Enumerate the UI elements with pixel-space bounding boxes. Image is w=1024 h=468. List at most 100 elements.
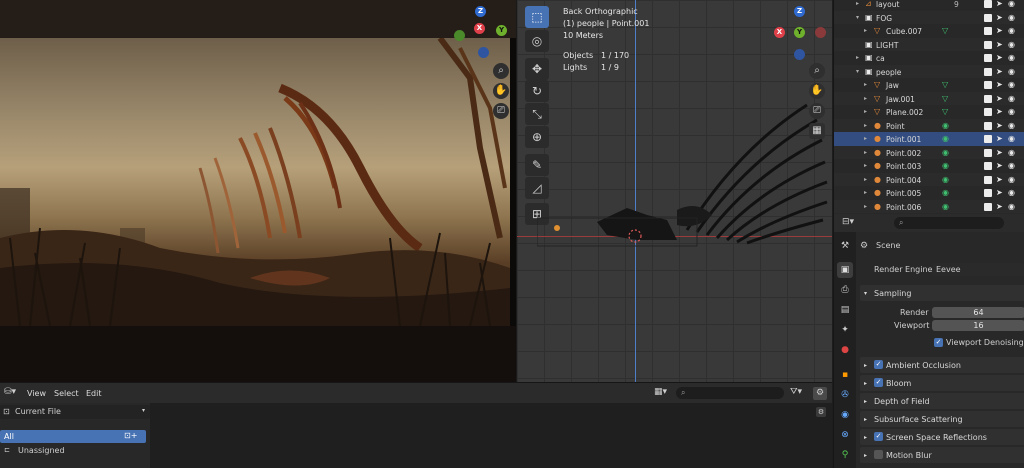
data-tab-icon[interactable]: ⚲ bbox=[837, 447, 853, 463]
render-viewport[interactable]: Z X Y ⌕ ✋ ⎚ bbox=[0, 0, 516, 382]
sampling-panel-header[interactable]: ▾ Sampling bbox=[860, 285, 1024, 301]
grid-ortho-icon[interactable]: ▦ bbox=[809, 123, 825, 139]
scene-tab-icon[interactable]: ✦ bbox=[837, 322, 853, 338]
3d-nav-gizmo[interactable]: Z X Y bbox=[774, 6, 830, 60]
eye-icon[interactable]: ◉ bbox=[1008, 94, 1015, 103]
disclosure-triangle-icon[interactable]: ▸ bbox=[864, 176, 867, 183]
x-axis-handle[interactable]: X bbox=[474, 23, 485, 34]
eye-icon[interactable]: ◉ bbox=[1008, 188, 1015, 197]
settings-gear-icon[interactable]: ⚙ bbox=[813, 387, 827, 400]
camera-view-icon[interactable]: ⎚ bbox=[809, 103, 825, 119]
eye-icon[interactable]: ◉ bbox=[1008, 80, 1015, 89]
eye-icon[interactable]: ◉ bbox=[1008, 53, 1015, 62]
outliner-row-label[interactable]: ca bbox=[876, 54, 885, 63]
exclude-checkbox[interactable] bbox=[984, 0, 992, 8]
pan-hand-icon[interactable]: ✋ bbox=[809, 83, 825, 99]
panel-depth-of-field[interactable]: ▸ Depth of Field bbox=[860, 393, 1024, 409]
outliner-row-label[interactable]: Point.004 bbox=[886, 176, 921, 185]
select-arrow-icon[interactable]: ➤ bbox=[996, 175, 1003, 184]
filter-icon[interactable]: ⛛▾ bbox=[790, 388, 802, 397]
exclude-checkbox[interactable] bbox=[984, 54, 992, 62]
panel-enable-checkbox[interactable]: ✓ bbox=[874, 378, 883, 387]
viewport-denoising-checkbox[interactable]: ✓ bbox=[934, 338, 943, 347]
panel-enable-checkbox[interactable]: ✓ bbox=[874, 360, 883, 369]
outliner-row-point-005[interactable]: ▸ ● Point.005 ◉ ➤ ◉ bbox=[834, 186, 1024, 200]
outliner-row-label[interactable]: Point.001 bbox=[886, 135, 921, 144]
cursor-tool-button[interactable]: ◎ bbox=[525, 30, 549, 52]
outliner-row-layout[interactable]: ▸ ⊿ layout 9 ➤ ◉ bbox=[834, 0, 1024, 11]
exclude-checkbox[interactable] bbox=[984, 94, 992, 103]
panel-motion-blur[interactable]: ▸ Motion Blur bbox=[860, 447, 1024, 463]
panel-ambient-occlusion[interactable]: ▸ ✓ Ambient Occlusion bbox=[860, 357, 1024, 373]
panel-enable-checkbox[interactable] bbox=[874, 450, 883, 459]
editor-type-icon[interactable]: ⛁▾ bbox=[4, 388, 16, 397]
gear-icon[interactable]: ⚙ bbox=[816, 407, 826, 417]
outliner-row-point-002[interactable]: ▸ ● Point.002 ◉ ➤ ◉ bbox=[834, 145, 1024, 159]
outliner-row-label[interactable]: Point bbox=[886, 122, 905, 131]
panel-screen-space-reflections[interactable]: ▸ ✓ Screen Space Reflections bbox=[860, 429, 1024, 445]
y-axis-handle[interactable]: Y bbox=[496, 25, 507, 36]
constraints-tab-icon[interactable]: ⊗ bbox=[837, 427, 853, 443]
editor-type-icon[interactable]: ⊟▾ bbox=[842, 218, 854, 227]
outliner-row-light[interactable]: ▣ LIGHT ➤ ◉ bbox=[834, 37, 1024, 51]
outliner-row-label[interactable]: people bbox=[876, 68, 901, 77]
eye-icon[interactable]: ◉ bbox=[1008, 202, 1015, 211]
neg-z-axis-handle[interactable] bbox=[794, 49, 805, 60]
neg-x-axis-handle[interactable] bbox=[815, 27, 826, 38]
add-catalog-icon[interactable]: ⊡+ bbox=[124, 432, 137, 440]
exclude-checkbox[interactable] bbox=[984, 27, 992, 35]
zoom-icon[interactable]: ⌕ bbox=[809, 63, 825, 79]
z-axis-handle[interactable]: Z bbox=[794, 6, 805, 17]
disclosure-triangle-icon[interactable]: ▸ bbox=[864, 162, 867, 169]
properties-search-input[interactable]: ⌕ bbox=[894, 217, 1004, 229]
exclude-checkbox[interactable] bbox=[984, 81, 992, 89]
eye-icon[interactable]: ◉ bbox=[1008, 121, 1015, 130]
select-arrow-icon[interactable]: ➤ bbox=[996, 148, 1003, 157]
outliner-row-fog[interactable]: ▾ ▣ FOG ➤ ◉ bbox=[834, 10, 1024, 24]
disclosure-triangle-icon[interactable]: ▾ bbox=[856, 68, 859, 75]
select-arrow-icon[interactable]: ➤ bbox=[996, 94, 1003, 103]
exclude-checkbox[interactable] bbox=[984, 148, 992, 157]
outliner-row-label[interactable]: Cube.007 bbox=[886, 27, 922, 36]
exclude-checkbox[interactable] bbox=[984, 108, 992, 116]
disclosure-triangle-icon[interactable]: ▸ bbox=[856, 0, 859, 7]
eye-icon[interactable]: ◉ bbox=[1008, 40, 1015, 49]
disclosure-triangle-icon[interactable]: ▸ bbox=[856, 54, 859, 61]
select-box-tool-button[interactable]: ⬚ bbox=[525, 6, 549, 28]
disclosure-triangle-icon[interactable]: ▸ bbox=[864, 149, 867, 156]
y-axis-handle[interactable]: Y bbox=[794, 27, 805, 38]
select-arrow-icon[interactable]: ➤ bbox=[996, 26, 1003, 35]
select-arrow-icon[interactable]: ➤ bbox=[996, 107, 1003, 116]
outliner-row-label[interactable]: Plane.002 bbox=[886, 108, 923, 117]
eye-icon[interactable]: ◉ bbox=[1008, 13, 1015, 22]
select-arrow-icon[interactable]: ➤ bbox=[996, 53, 1003, 62]
outliner-row-people[interactable]: ▾ ▣ people ➤ ◉ bbox=[834, 64, 1024, 78]
select-arrow-icon[interactable]: ➤ bbox=[996, 202, 1003, 211]
outliner-row-label[interactable]: Jaw bbox=[886, 81, 899, 90]
outliner-row-label[interactable]: Jaw.001 bbox=[886, 95, 915, 104]
eye-icon[interactable]: ◉ bbox=[1008, 134, 1015, 143]
exclude-checkbox[interactable] bbox=[984, 13, 992, 22]
exclude-checkbox[interactable] bbox=[984, 40, 992, 49]
menu-edit[interactable]: Edit bbox=[86, 389, 102, 398]
outliner-row-cube-007[interactable]: ▸ ▽ Cube.007 ▽ ➤ ◉ bbox=[834, 24, 1024, 38]
outliner-row-plane-002[interactable]: ▸ ▽ Plane.002 ▽ ➤ ◉ bbox=[834, 105, 1024, 119]
select-arrow-icon[interactable]: ➤ bbox=[996, 40, 1003, 49]
disclosure-triangle-icon[interactable]: ▸ bbox=[864, 135, 867, 142]
outliner-row-label[interactable]: Point.006 bbox=[886, 203, 921, 212]
panel-bloom[interactable]: ▸ ✓ Bloom bbox=[860, 375, 1024, 391]
eye-icon[interactable]: ◉ bbox=[1008, 148, 1015, 157]
exclude-checkbox[interactable] bbox=[984, 67, 992, 76]
disclosure-triangle-icon[interactable]: ▸ bbox=[864, 95, 867, 102]
object-tab-icon[interactable]: ▪ bbox=[837, 367, 853, 383]
modifier-tab-icon[interactable]: ✇ bbox=[837, 387, 853, 403]
eye-icon[interactable]: ◉ bbox=[1008, 107, 1015, 116]
eye-icon[interactable]: ◉ bbox=[1008, 175, 1015, 184]
eye-icon[interactable]: ◉ bbox=[1008, 0, 1015, 8]
select-arrow-icon[interactable]: ➤ bbox=[996, 0, 1003, 8]
outliner-row-label[interactable]: Point.003 bbox=[886, 162, 921, 171]
disclosure-triangle-icon[interactable]: ▸ bbox=[864, 122, 867, 129]
eye-icon[interactable]: ◉ bbox=[1008, 26, 1015, 35]
menu-view[interactable]: View bbox=[27, 389, 46, 398]
panel-enable-checkbox[interactable]: ✓ bbox=[874, 432, 883, 441]
